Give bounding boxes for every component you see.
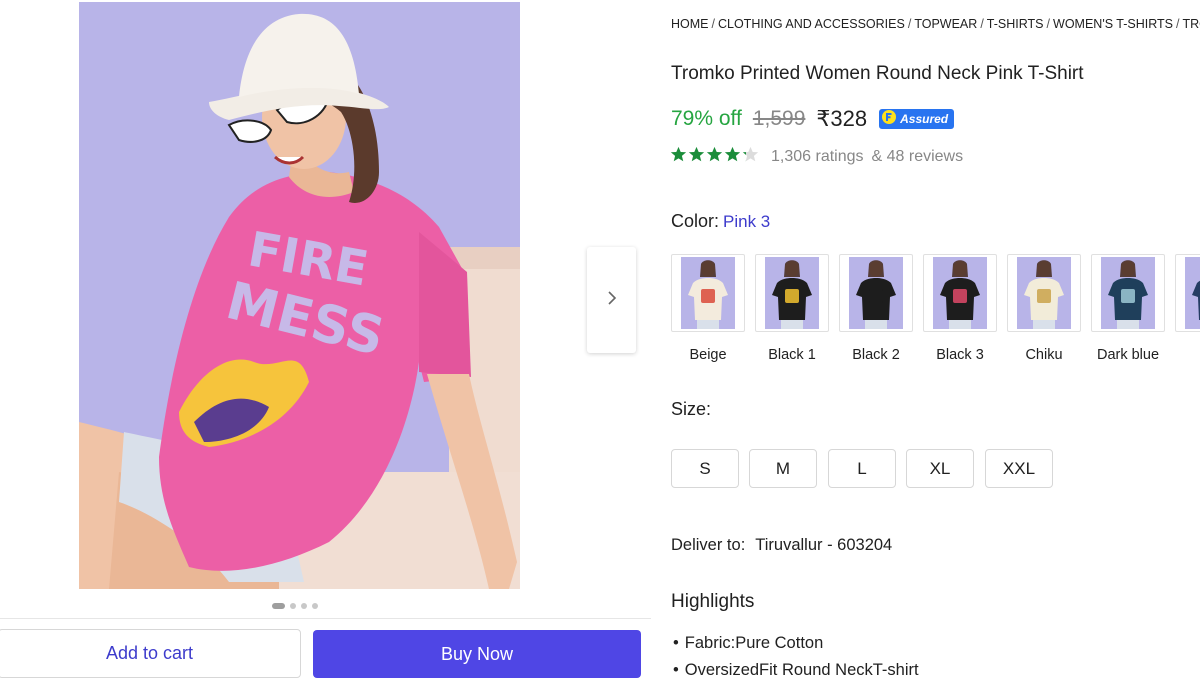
color-swatch-thumbnail — [1175, 254, 1200, 332]
breadcrumb-item[interactable]: WOMEN'S T-SHIRTS — [1053, 17, 1173, 31]
star-icon — [688, 146, 705, 168]
color-swatch-thumbnail — [839, 254, 913, 332]
carousel-dot[interactable] — [312, 603, 318, 609]
color-swatch[interactable]: Beige — [671, 254, 745, 363]
color-swatch[interactable]: Dar — [1175, 254, 1200, 363]
carousel-dot[interactable] — [301, 603, 307, 609]
add-to-cart-button[interactable]: Add to cart — [0, 629, 301, 678]
color-selector-heading: Color: Pink 3 — [671, 211, 770, 232]
deliver-to-label: Deliver to: — [671, 536, 746, 554]
rating-row[interactable]: 1,306 ratings & 48 reviews — [670, 146, 963, 168]
breadcrumb-item[interactable]: TOPWEAR — [914, 17, 977, 31]
breadcrumb-item[interactable]: TRO — [1183, 17, 1200, 31]
highlights-title: Highlights — [671, 591, 755, 612]
reviews-count[interactable]: & 48 reviews — [872, 148, 964, 166]
breadcrumb-item[interactable]: CLOTHING AND ACCESSORIES — [718, 17, 905, 31]
color-swatch[interactable]: Black 2 — [839, 254, 913, 363]
size-label: Size: — [671, 399, 712, 419]
color-swatch-thumbnail — [671, 254, 745, 332]
color-swatch-label: Black 3 — [936, 347, 984, 363]
assured-badge: Assured — [879, 109, 955, 130]
selected-color[interactable]: Pink 3 — [723, 212, 770, 231]
star-icon — [724, 146, 741, 168]
size-option-button[interactable]: M — [749, 449, 817, 488]
color-swatches: Beige Black 1 Black 2 Black 3 Chiku Dark blue… — [671, 254, 1200, 370]
carousel-dot[interactable] — [272, 603, 285, 609]
color-swatch-label: Dark blue — [1096, 347, 1160, 363]
chevron-right-icon — [606, 290, 618, 311]
product-image[interactable]: FIRE MESS — [79, 2, 520, 589]
carousel-next-button[interactable] — [587, 247, 636, 353]
carousel-indicator — [272, 603, 318, 609]
color-swatch-label: Black 1 — [768, 347, 816, 363]
color-swatch-thumbnail — [923, 254, 997, 332]
color-swatch-thumbnail — [1007, 254, 1081, 332]
product-photo-illustration: FIRE MESS — [79, 2, 520, 589]
assured-badge-icon — [881, 109, 897, 130]
star-icon — [706, 146, 723, 168]
color-swatch-thumbnail — [755, 254, 829, 332]
size-option-button[interactable]: L — [828, 449, 896, 488]
assured-label: Assured — [900, 112, 949, 126]
highlight-item: Fabric:Pure Cotton — [673, 634, 823, 653]
size-option-button[interactable]: XXL — [985, 449, 1053, 488]
color-swatch-label: Beige — [689, 347, 727, 363]
color-label: Color: — [671, 211, 720, 231]
color-swatch-label: Black 2 — [852, 347, 900, 363]
breadcrumb-item[interactable]: T-SHIRTS — [987, 17, 1044, 31]
star-icon — [670, 146, 687, 168]
ratings-count[interactable]: 1,306 ratings — [771, 148, 864, 166]
divider — [0, 618, 651, 619]
star-icon — [742, 146, 759, 168]
star-rating — [670, 146, 759, 168]
buy-now-button[interactable]: Buy Now — [313, 630, 641, 678]
price-row: 79% off 1,599 ₹328 Assured — [671, 106, 955, 132]
carousel-dot[interactable] — [290, 603, 296, 609]
color-swatch[interactable]: Dark blue — [1091, 254, 1165, 363]
highlight-item: OversizedFit Round NeckT-shirt — [673, 661, 919, 680]
color-swatch[interactable]: Black 3 — [923, 254, 997, 363]
color-swatch[interactable]: Black 1 — [755, 254, 829, 363]
breadcrumb: HOME / CLOTHING AND ACCESSORIES / TOPWEAR / T-… — [671, 17, 1200, 31]
color-swatch-thumbnail — [1091, 254, 1165, 332]
size-option-button[interactable]: XL — [906, 449, 974, 488]
discount-percent: 79% off — [671, 107, 742, 130]
breadcrumb-item[interactable]: HOME — [671, 17, 709, 31]
product-title: Tromko Printed Women Round Neck Pink T-S… — [671, 63, 1084, 84]
size-option-button[interactable]: S — [671, 449, 739, 488]
deliver-location-value[interactable]: Tiruvallur - 603204 — [755, 536, 892, 554]
color-swatch[interactable]: Chiku — [1007, 254, 1081, 363]
delivery-location: Deliver to: Tiruvallur - 603204 — [671, 536, 892, 555]
selling-price: ₹328 — [816, 106, 868, 131]
color-swatch-label: Chiku — [1025, 347, 1063, 363]
color-swatch-label: Dar — [1175, 347, 1200, 363]
original-price: 1,599 — [752, 107, 806, 130]
